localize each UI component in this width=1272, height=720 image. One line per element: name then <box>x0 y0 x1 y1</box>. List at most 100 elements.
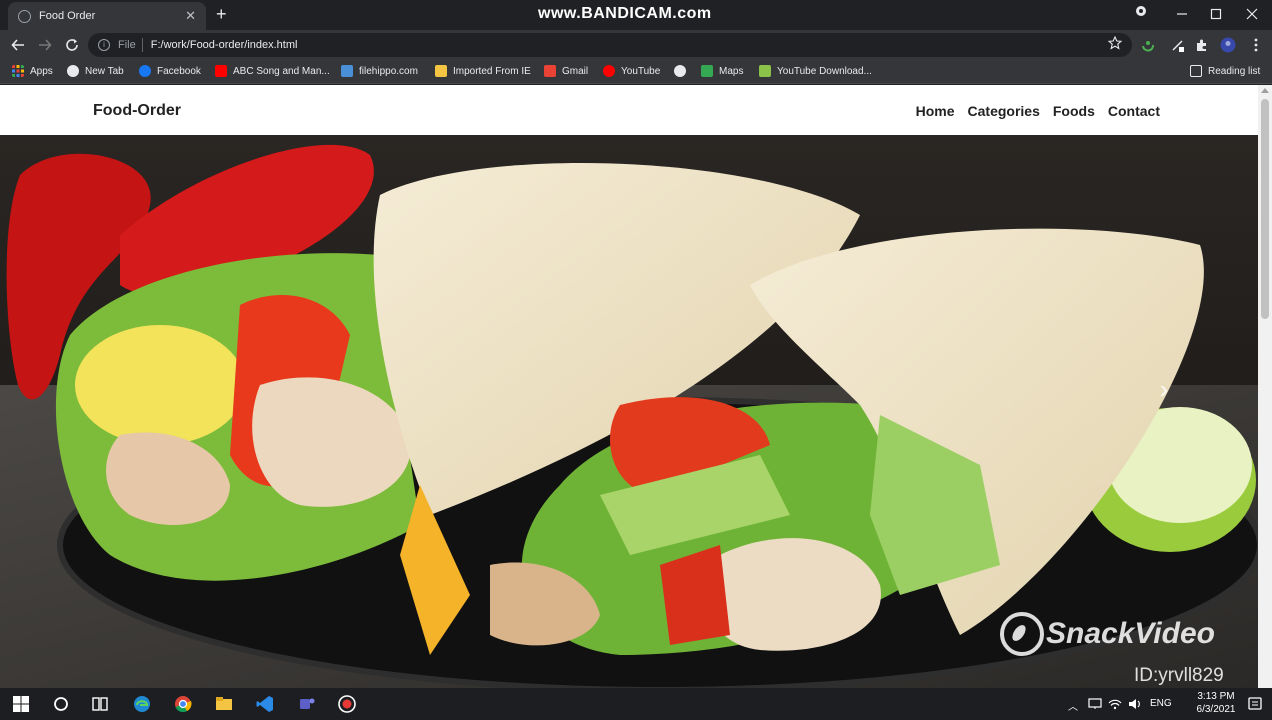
browser-tab[interactable]: Food Order ✕ <box>8 2 206 30</box>
bookmarks-bar: Apps New Tab Facebook ABC Song and Man..… <box>0 60 1272 84</box>
bookmark-star-icon[interactable] <box>1108 36 1122 50</box>
carousel-next-arrow[interactable]: › <box>1152 375 1176 403</box>
bookmark-label: New Tab <box>85 65 124 77</box>
snack-video-id: ID:yrvll829 <box>1134 665 1224 686</box>
screen: Food Order ✕ + www.BANDICAM.com i File F… <box>0 0 1272 720</box>
bookmark-label: ABC Song and Man... <box>233 65 330 77</box>
bookmark-youtube-download[interactable]: YouTube Download... <box>759 65 872 77</box>
network-icon[interactable] <box>1088 698 1102 710</box>
clock-time: 3:13 PM <box>1197 691 1235 702</box>
snack-video-text: SnackVideo <box>1046 617 1215 650</box>
bookmark-imported-from-ie[interactable]: Imported From IE <box>435 65 531 77</box>
back-arrow-icon[interactable] <box>11 38 25 52</box>
filehippo-icon <box>341 65 353 77</box>
bookmark-abc-song[interactable]: ABC Song and Man... <box>215 65 330 77</box>
reading-list-label: Reading list <box>1208 65 1261 77</box>
nav-home-link[interactable]: Home <box>916 103 955 119</box>
search-icon[interactable] <box>52 695 70 713</box>
bookmark-label: Imported From IE <box>453 65 531 77</box>
maximize-icon[interactable] <box>1210 8 1222 20</box>
bookmark-gmail[interactable]: Gmail <box>544 65 588 77</box>
food-wraps-image <box>0 135 1258 688</box>
web-page: Food-Order Home Categories Foods Contact <box>0 85 1258 688</box>
scroll-up-arrow-icon[interactable] <box>1261 88 1269 93</box>
nav-contact-link[interactable]: Contact <box>1108 103 1160 119</box>
close-window-icon[interactable] <box>1246 8 1258 20</box>
globe-icon <box>18 9 31 23</box>
facebook-icon <box>139 65 151 77</box>
apps-grid-icon <box>12 65 24 77</box>
profile-search-icon[interactable] <box>1134 4 1148 18</box>
new-tab-button[interactable]: + <box>216 4 227 25</box>
nav-categories-link[interactable]: Categories <box>968 103 1040 119</box>
gmail-icon <box>544 65 556 77</box>
nav-foods-link[interactable]: Foods <box>1053 103 1095 119</box>
site-navbar: Food-Order Home Categories Foods Contact <box>0 85 1258 135</box>
url-text[interactable]: F:/work/Food-order/index.html <box>151 39 298 51</box>
recorder-watermark: www.BANDICAM.com <box>538 5 712 22</box>
snack-video-logo-icon <box>1000 612 1044 656</box>
extension-pen-icon[interactable] <box>1170 37 1186 53</box>
hero-carousel: › <box>0 135 1258 688</box>
task-view-icon[interactable] <box>91 695 109 713</box>
vscode-icon[interactable] <box>256 695 274 713</box>
bookmark-new-tab[interactable]: New Tab <box>67 65 124 77</box>
wifi-icon[interactable] <box>1108 698 1122 710</box>
browser-toolbar: i File F:/work/Food-order/index.html <box>0 30 1272 60</box>
site-menu: Home Categories Foods Contact <box>916 103 1160 119</box>
address-divider <box>141 38 143 52</box>
close-tab-icon[interactable]: ✕ <box>185 8 196 24</box>
site-brand[interactable]: Food-Order <box>93 102 181 120</box>
extension-refresh-icon[interactable] <box>1140 37 1156 53</box>
address-bar[interactable]: i File F:/work/Food-order/index.html <box>88 33 1132 57</box>
reload-icon[interactable] <box>65 38 79 52</box>
tray-chevron-icon[interactable]: ︿ <box>1068 698 1078 713</box>
windows-taskbar: ︿ ENG 3:13 PM 6/3/2021 <box>0 688 1272 720</box>
bookmark-youtube[interactable]: YouTube <box>603 65 660 77</box>
youtube-icon <box>603 65 615 77</box>
youtube-icon <box>215 65 227 77</box>
notification-icon[interactable] <box>1246 695 1264 713</box>
bookmark-label: Gmail <box>562 65 589 77</box>
system-clock[interactable]: 3:13 PM 6/3/2021 <box>1190 690 1242 716</box>
page-scrollbar[interactable] <box>1258 85 1272 688</box>
folder-icon <box>435 65 447 77</box>
edge-icon[interactable] <box>133 695 151 713</box>
language-indicator[interactable]: ENG <box>1150 698 1172 709</box>
bookmark-label: YouTube Download... <box>777 65 872 77</box>
volume-icon[interactable] <box>1128 698 1142 710</box>
bookmark-apps[interactable]: Apps <box>12 65 53 77</box>
maps-icon <box>701 65 713 77</box>
reading-list-icon <box>1190 65 1202 77</box>
bookmark-globe[interactable] <box>674 65 692 77</box>
puzzle-extensions-icon[interactable] <box>1194 37 1210 53</box>
bookmark-label: Apps <box>30 65 53 77</box>
kebab-menu-icon[interactable] <box>1248 37 1264 53</box>
bookmark-label: Maps <box>719 65 744 77</box>
reading-list-button[interactable]: Reading list <box>1190 65 1260 77</box>
clock-date: 6/3/2021 <box>1196 704 1236 715</box>
minimize-icon[interactable] <box>1176 8 1188 20</box>
teams-icon[interactable] <box>298 695 316 713</box>
avatar[interactable] <box>1220 37 1236 53</box>
bookmark-maps[interactable]: Maps <box>701 65 743 77</box>
bookmark-label: filehippo.com <box>359 65 418 77</box>
bookmark-label: YouTube <box>621 65 661 77</box>
tab-title: Food Order <box>39 10 96 22</box>
scheme-label: File <box>118 39 136 51</box>
record-icon[interactable] <box>338 695 356 713</box>
scrollbar-thumb[interactable] <box>1261 99 1269 319</box>
bookmark-label: Facebook <box>157 65 201 77</box>
info-icon[interactable]: i <box>98 39 110 51</box>
download-icon <box>759 65 771 77</box>
chrome-icon[interactable] <box>174 695 192 713</box>
bookmark-filehippo[interactable]: filehippo.com <box>341 65 418 77</box>
file-explorer-icon[interactable] <box>215 695 233 713</box>
globe-icon <box>67 65 79 77</box>
globe-icon <box>674 65 686 77</box>
browser-tab-strip: Food Order ✕ + www.BANDICAM.com <box>0 0 1272 30</box>
windows-start-icon[interactable] <box>12 695 30 713</box>
snack-video-watermark: SnackVideo <box>1000 612 1215 656</box>
forward-arrow-icon[interactable] <box>38 38 52 52</box>
bookmark-facebook[interactable]: Facebook <box>139 65 201 77</box>
